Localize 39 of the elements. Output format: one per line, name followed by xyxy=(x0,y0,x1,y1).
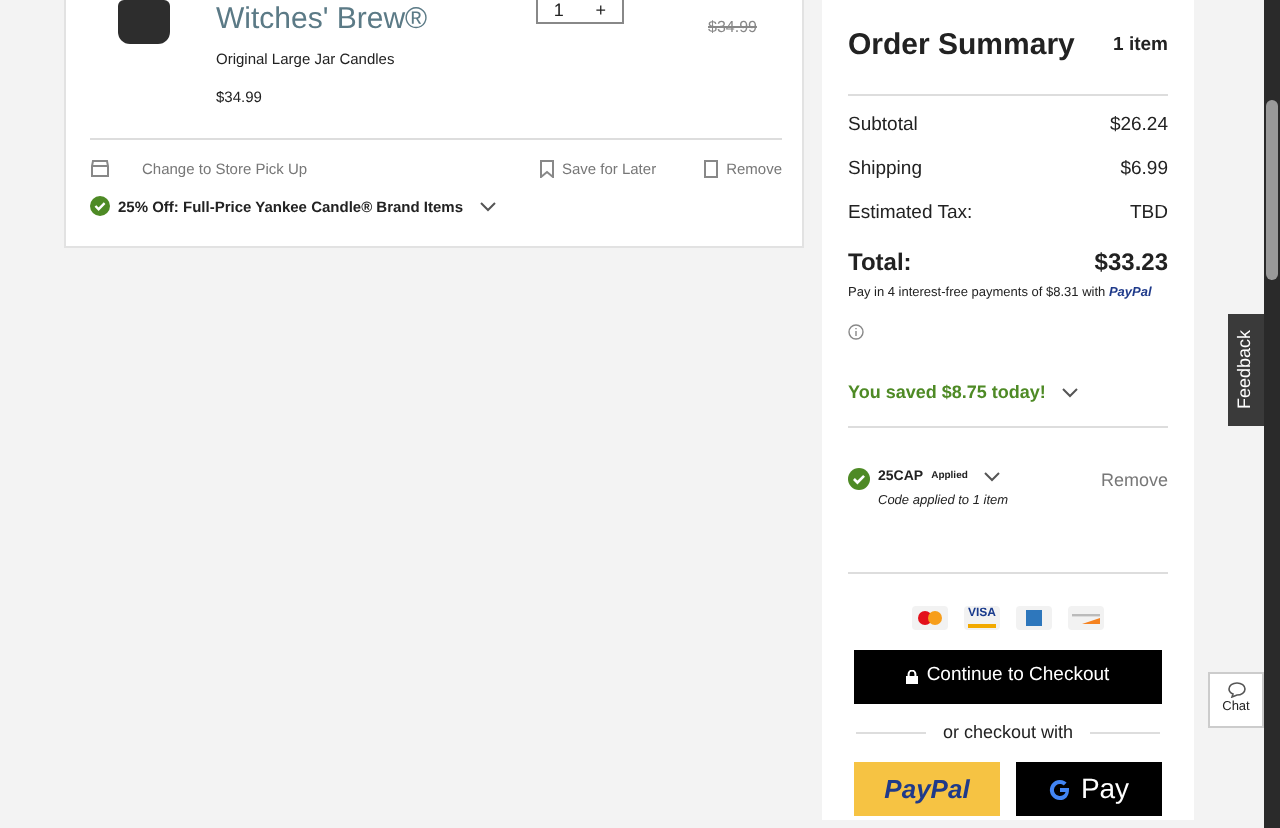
discover-card-icon xyxy=(1068,605,1104,629)
original-price: $34.99 xyxy=(708,18,757,36)
product-title[interactable]: Witches' Brew® xyxy=(216,0,536,40)
chevron-down-icon[interactable] xyxy=(1061,388,1078,399)
g-logo-icon xyxy=(1048,777,1073,801)
item-count: 1 item xyxy=(1113,32,1168,61)
store-icon xyxy=(90,158,110,179)
chat-bubble-icon xyxy=(1227,682,1245,699)
summary-value: TBD xyxy=(1130,200,1168,228)
increase-button[interactable]: + xyxy=(595,2,607,20)
total-value: $33.23 xyxy=(1094,246,1168,281)
mastercard-icon xyxy=(912,605,948,629)
product-photo-placeholder xyxy=(118,0,170,44)
quantity-value: 1 xyxy=(553,2,564,20)
savings-text: You saved $8.75 today! xyxy=(848,380,1046,406)
trash-icon xyxy=(704,159,719,178)
check-circle-icon xyxy=(848,467,870,489)
info-icon[interactable] xyxy=(848,323,864,340)
summary-label: Shipping xyxy=(848,155,922,184)
scrollbar[interactable] xyxy=(1264,0,1280,828)
quantity-stepper[interactable]: 1 + xyxy=(536,0,624,24)
summary-label: Subtotal xyxy=(848,111,918,139)
check-circle-icon xyxy=(90,196,110,217)
amex-card-icon xyxy=(1016,605,1052,629)
summary-value: $26.24 xyxy=(1109,111,1168,139)
order-summary-title: Order Summary xyxy=(848,26,1075,66)
chevron-down-icon[interactable] xyxy=(983,472,1000,483)
feedback-tab[interactable]: Feedback xyxy=(1228,314,1264,426)
bookmark-icon xyxy=(539,159,554,178)
paypal-button[interactable]: PayPal xyxy=(854,762,1000,816)
chevron-down-icon[interactable] xyxy=(479,201,496,212)
summary-value: $6.99 xyxy=(1120,155,1168,184)
google-pay-button[interactable]: Pay xyxy=(1016,762,1162,816)
total-label: Total: xyxy=(848,246,912,281)
remove-coupon-link[interactable]: Remove xyxy=(1100,467,1168,571)
checkout-button[interactable]: Continue to Checkout xyxy=(854,649,1162,703)
lock-icon xyxy=(906,669,919,683)
summary-label: Estimated Tax: xyxy=(848,200,973,228)
alternative-checkout-text: or checkout with xyxy=(940,719,1076,745)
